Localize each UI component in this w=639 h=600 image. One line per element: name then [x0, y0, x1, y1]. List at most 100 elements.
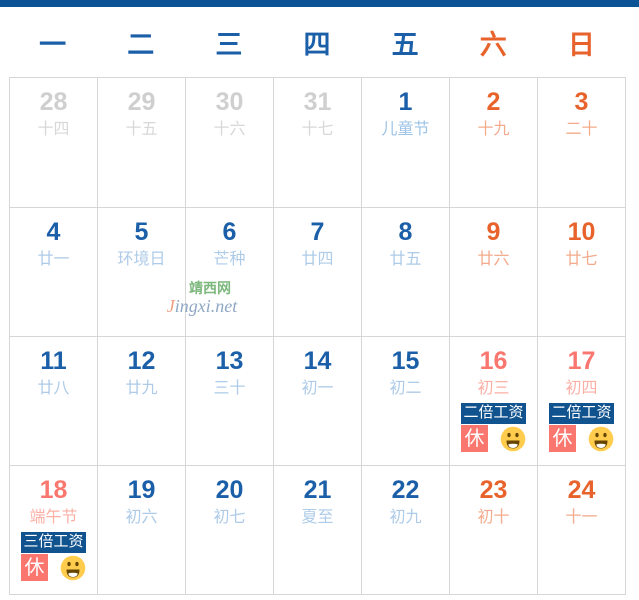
calendar-day-cell[interactable]: 23 初十: [450, 466, 538, 595]
day-number: 1: [398, 88, 413, 116]
weekday-header-0: 一: [39, 29, 68, 60]
calendar-day-cell[interactable]: 12 廿九: [98, 337, 186, 466]
calendar-day-cell[interactable]: 10 廿七: [538, 208, 626, 337]
rest-day-badge: 休: [21, 554, 48, 581]
day-number: 24: [567, 476, 596, 504]
calendar-day-cell[interactable]: 30 十六: [186, 78, 274, 208]
day-number: 12: [127, 347, 156, 375]
calendar-day-cell[interactable]: 2 十九: [450, 78, 538, 208]
calendar-week-row: 28 十四 29 十五 30 十六 31 十七 1 儿童节 2 十九 3 二十: [10, 78, 626, 208]
day-number: 29: [127, 88, 156, 116]
day-lunar-label: 廿四: [301, 251, 334, 268]
day-lunar-label: 初三: [477, 380, 510, 397]
calendar-day-cell[interactable]: 21 夏至: [274, 466, 362, 595]
day-number: 22: [391, 476, 420, 504]
day-number: 10: [567, 218, 596, 246]
wage-badge-wrapper: 三倍工资: [10, 532, 97, 553]
day-number: 5: [134, 218, 149, 246]
day-number: 28: [39, 88, 68, 116]
calendar-day-cell[interactable]: 18 端午节三倍工资休: [10, 466, 98, 595]
day-number: 15: [391, 347, 420, 375]
weekday-header-4: 五: [391, 29, 420, 60]
calendar-day-cell[interactable]: 4 廿一: [10, 208, 98, 337]
calendar-day-cell[interactable]: 19 初六: [98, 466, 186, 595]
day-lunar-label: 二十: [565, 121, 598, 138]
day-number: 16: [479, 347, 508, 375]
day-lunar-label: 初九: [389, 509, 422, 526]
day-number: 19: [127, 476, 156, 504]
calendar-day-cell[interactable]: 29 十五: [98, 78, 186, 208]
rest-day-badge: 休: [461, 425, 488, 452]
calendar-day-cell[interactable]: 1 儿童节: [362, 78, 450, 208]
smiling-face-icon: [500, 426, 526, 451]
weekday-header-5: 六: [479, 29, 508, 60]
calendar-day-cell[interactable]: 7 廿四: [274, 208, 362, 337]
day-number: 4: [46, 218, 61, 246]
day-lunar-label: 初二: [389, 380, 422, 397]
calendar-week-row: 18 端午节三倍工资休 19 初六 20 初七 21 夏至 22 初九 23 初十 24 十一: [10, 466, 626, 595]
day-lunar-label: 夏至: [301, 509, 334, 526]
day-lunar-label: 三十: [213, 380, 246, 397]
day-lunar-label: 十五: [125, 121, 158, 138]
calendar-day-cell[interactable]: 6 芒种: [186, 208, 274, 337]
calendar-day-cell[interactable]: 14 初一: [274, 337, 362, 466]
day-lunar-label: 儿童节: [381, 121, 430, 138]
weekday-header-2: 三: [215, 29, 244, 60]
day-lunar-label: 芒种: [213, 251, 246, 268]
day-status-badges: 休: [538, 425, 625, 452]
day-lunar-label: 十七: [301, 121, 334, 138]
wage-badge-wrapper: 二倍工资: [450, 403, 537, 424]
day-number: 20: [215, 476, 244, 504]
day-lunar-label: 初七: [213, 509, 246, 526]
weekday-header-3: 四: [303, 29, 332, 60]
day-lunar-label: 十四: [37, 121, 70, 138]
weekday-header-6: 日: [567, 29, 596, 60]
calendar-day-cell[interactable]: 20 初七: [186, 466, 274, 595]
calendar-day-cell[interactable]: 9 廿六: [450, 208, 538, 337]
wage-badge-wrapper: 二倍工资: [538, 403, 625, 424]
day-number: 6: [222, 218, 237, 246]
smiling-face-icon: [60, 555, 86, 580]
day-number: 23: [479, 476, 508, 504]
calendar-day-cell[interactable]: 8 廿五: [362, 208, 450, 337]
day-number: 31: [303, 88, 332, 116]
day-lunar-label: 初六: [125, 509, 158, 526]
calendar-day-cell[interactable]: 11 廿八: [10, 337, 98, 466]
day-number: 13: [215, 347, 244, 375]
calendar-day-cell[interactable]: 17 初四二倍工资休: [538, 337, 626, 466]
day-number: 17: [567, 347, 596, 375]
calendar-grid: 28 十四 29 十五 30 十六 31 十七 1 儿童节 2 十九 3 二十 4 廿一 5 环境日 6 芒种 7 廿四 8…: [9, 77, 626, 595]
calendar-day-cell[interactable]: 31 十七: [274, 78, 362, 208]
day-lunar-label: 端午节: [29, 509, 78, 526]
day-status-badges: 休: [10, 554, 97, 581]
day-lunar-label: 廿一: [37, 251, 70, 268]
weekday-header-row: 一二三四五六日: [9, 7, 626, 77]
day-number: 2: [486, 88, 501, 116]
day-lunar-label: 廿八: [37, 380, 70, 397]
calendar-day-cell[interactable]: 15 初二: [362, 337, 450, 466]
day-lunar-label: 廿六: [477, 251, 510, 268]
day-lunar-label: 初十: [477, 509, 510, 526]
day-number: 9: [486, 218, 501, 246]
day-lunar-label: 廿七: [565, 251, 598, 268]
calendar-day-cell[interactable]: 28 十四: [10, 78, 98, 208]
calendar-day-cell[interactable]: 22 初九: [362, 466, 450, 595]
day-lunar-label: 初四: [565, 380, 598, 397]
wage-multiplier-badge: 二倍工资: [461, 403, 526, 424]
day-number: 8: [398, 218, 413, 246]
smiling-face-icon: [588, 426, 614, 451]
day-number: 18: [39, 476, 68, 504]
day-number: 11: [40, 347, 67, 375]
calendar-day-cell[interactable]: 13 三十: [186, 337, 274, 466]
day-number: 30: [215, 88, 244, 116]
wage-multiplier-badge: 三倍工资: [21, 532, 86, 553]
calendar-day-cell[interactable]: 5 环境日: [98, 208, 186, 337]
day-number: 7: [310, 218, 325, 246]
day-number: 14: [303, 347, 332, 375]
calendar-day-cell[interactable]: 16 初三二倍工资休: [450, 337, 538, 466]
calendar-day-cell[interactable]: 3 二十: [538, 78, 626, 208]
calendar-day-cell[interactable]: 24 十一: [538, 466, 626, 595]
day-lunar-label: 廿九: [125, 380, 158, 397]
wage-multiplier-badge: 二倍工资: [549, 403, 614, 424]
day-lunar-label: 十一: [565, 509, 598, 526]
